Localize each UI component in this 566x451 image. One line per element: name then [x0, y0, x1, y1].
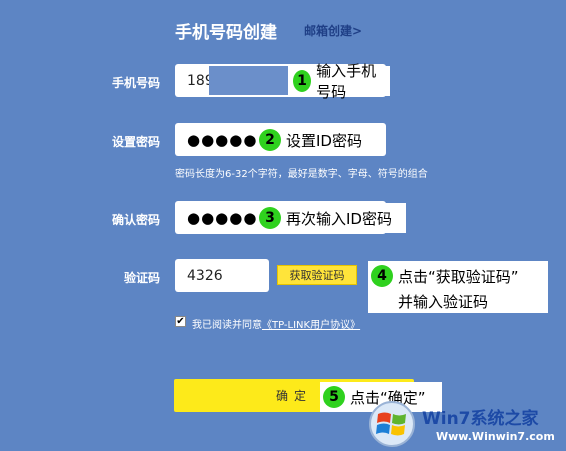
watermark: Win7系统之家 Www.Winwin7.com	[364, 394, 566, 451]
captcha-input[interactable]: 4326	[175, 259, 269, 292]
step-5-badge: 5	[323, 386, 345, 408]
step-1-badge: 1	[293, 70, 312, 92]
step-1-text: 输入手机号码	[316, 62, 377, 101]
step-3-badge: 3	[259, 207, 281, 229]
phone-label: 手机号码	[111, 76, 160, 90]
phone-redaction	[209, 66, 288, 95]
password-hint: 密码长度为6-32个字符，最好是数字、字母、符号的组合	[175, 169, 428, 180]
step-4-callout: 4 点击“获取验证码” 并输入验证码	[368, 261, 548, 313]
step-4-text-line2: 并输入验证码	[398, 293, 489, 311]
email-create-link[interactable]: 邮箱创建>	[304, 22, 362, 39]
agree-checkbox[interactable]: ✔	[175, 316, 186, 327]
captcha-label: 验证码	[123, 271, 160, 285]
captcha-value: 4326	[187, 267, 223, 284]
watermark-url: Www.Winwin7.com	[436, 430, 555, 443]
step-4-badge: 4	[371, 265, 393, 287]
agree-prefix: 我已阅读并同意	[192, 320, 262, 331]
watermark-text: Win7系统之家	[422, 409, 539, 429]
step-2-badge: 2	[259, 129, 281, 151]
confirm-button-label: 确定	[275, 389, 312, 403]
step-2-text: 设置ID密码	[286, 131, 362, 150]
confirm-password-label: 确认密码	[111, 213, 160, 227]
user-agreement-link[interactable]: 《TP-LINK用户协议》	[262, 320, 360, 331]
get-captcha-button[interactable]: 获取验证码	[277, 265, 357, 285]
password-label: 设置密码	[111, 135, 160, 149]
step-3-callout: 3 再次输入ID密码	[256, 203, 406, 233]
page-title: 手机号码创建	[175, 23, 277, 43]
step-3-text: 再次输入ID密码	[286, 209, 392, 228]
step-4-text-line1: 点击“获取验证码”	[398, 268, 519, 286]
step-2-callout: 2 设置ID密码	[256, 125, 380, 155]
step-1-callout: 1 输入手机号码	[290, 62, 390, 101]
agree-text: 我已阅读并同意《TP-LINK用户协议》	[192, 316, 360, 331]
windows-logo-icon	[369, 401, 415, 447]
